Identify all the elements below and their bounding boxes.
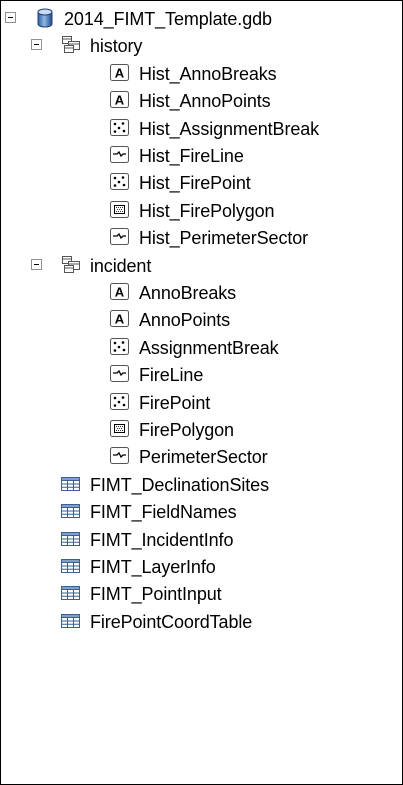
- tree-item-perimetersector[interactable]: PerimeterSector: [1, 443, 402, 470]
- tree-item-label: FirePointCoordTable: [90, 611, 253, 632]
- tree-item-hist-annobreaks[interactable]: A Hist_AnnoBreaks: [1, 60, 402, 87]
- tree-item-2014-fimt-template-gdb[interactable]: 2014_FIMT_Template.gdb: [1, 5, 402, 32]
- annotation-class-icon: A: [109, 63, 131, 83]
- table-icon: [60, 474, 82, 494]
- catalog-tree-panel: 2014_FIMT_Template.gdbhistory A Hist_AnnoB…: [0, 0, 403, 785]
- line-feature-class-icon: [109, 227, 131, 247]
- tree-item-label: Hist_AnnoBreaks: [139, 63, 277, 84]
- line-feature-class-icon: [109, 364, 131, 384]
- geodatabase-icon: [34, 8, 56, 28]
- svg-text:A: A: [115, 65, 125, 80]
- tree-item-label: AssignmentBreak: [139, 337, 279, 358]
- table-icon: [60, 583, 82, 603]
- tree-item-fimt-incidentinfo[interactable]: FIMT_IncidentInfo: [1, 526, 402, 553]
- tree-item-hist-firepolygon[interactable]: Hist_FirePolygon: [1, 197, 402, 224]
- tree-item-label: FIMT_DeclinationSites: [90, 474, 269, 495]
- table-icon: [60, 556, 82, 576]
- line-feature-class-icon: [109, 145, 131, 165]
- tree-item-label: PerimeterSector: [139, 447, 268, 468]
- tree-item-annopoints[interactable]: A AnnoPoints: [1, 306, 402, 333]
- tree-item-label: history: [90, 36, 143, 57]
- line-feature-class-icon: [109, 446, 131, 466]
- tree-item-label: incident: [90, 255, 152, 276]
- annotation-class-icon: A: [109, 282, 131, 302]
- table-icon: [60, 501, 82, 521]
- annotation-class-icon: A: [109, 90, 131, 110]
- tree-item-label: Hist_AssignmentBreak: [139, 118, 320, 139]
- geodatabase-tree: 2014_FIMT_Template.gdbhistory A Hist_AnnoB…: [1, 1, 402, 784]
- tree-item-label: FIMT_LayerInfo: [90, 557, 216, 577]
- svg-text:A: A: [115, 285, 125, 300]
- tree-item-firepointcoordtable[interactable]: FirePointCoordTable: [1, 608, 402, 635]
- tree-item-label: FIMT_FieldNames: [90, 502, 237, 523]
- tree-item-history[interactable]: history: [1, 32, 402, 59]
- tree-item-hist-fireline[interactable]: Hist_FireLine: [1, 142, 402, 169]
- tree-item-firepoint[interactable]: FirePoint: [1, 389, 402, 416]
- annotation-class-icon: A: [109, 309, 131, 329]
- polygon-feature-class-icon: [109, 419, 131, 439]
- tree-item-label: FireLine: [139, 365, 204, 386]
- tree-item-hist-perimetersector[interactable]: Hist_PerimeterSector: [1, 224, 402, 251]
- point-feature-class-icon: [109, 118, 131, 138]
- tree-item-fimt-pointinput[interactable]: FIMT_PointInput: [1, 580, 402, 607]
- tree-item-label: AnnoBreaks: [139, 283, 237, 303]
- tree-item-hist-assignmentbreak[interactable]: Hist_AssignmentBreak: [1, 115, 402, 142]
- tree-item-firepolygon[interactable]: FirePolygon: [1, 416, 402, 443]
- table-icon: [60, 611, 82, 631]
- tree-item-fimt-fieldnames[interactable]: FIMT_FieldNames: [1, 498, 402, 525]
- tree-item-fimt-layerinfo[interactable]: FIMT_LayerInfo: [1, 553, 402, 580]
- tree-item-fireline[interactable]: FireLine: [1, 361, 402, 388]
- tree-item-label: FirePoint: [139, 392, 211, 413]
- tree-item-label: Hist_AnnoPoints: [139, 91, 271, 112]
- collapse-toggle-icon[interactable]: [5, 12, 16, 23]
- collapse-toggle-icon[interactable]: [31, 39, 42, 51]
- point-feature-class-icon: [109, 337, 131, 357]
- tree-item-fimt-declinationsites[interactable]: FIMT_DeclinationSites: [1, 471, 402, 498]
- tree-item-label: 2014_FIMT_Template.gdb: [64, 9, 272, 29]
- collapse-toggle-icon[interactable]: [31, 258, 42, 270]
- svg-text:A: A: [115, 312, 125, 327]
- point-feature-class-icon: [109, 172, 131, 192]
- tree-item-label: Hist_FirePoint: [139, 173, 251, 194]
- tree-item-label: FIMT_PointInput: [90, 584, 222, 605]
- polygon-feature-class-icon: [109, 200, 131, 220]
- svg-text:A: A: [115, 93, 125, 108]
- tree-item-annobreaks[interactable]: A AnnoBreaks: [1, 279, 402, 306]
- tree-item-label: Hist_PerimeterSector: [139, 228, 309, 249]
- feature-dataset-icon: [60, 35, 82, 55]
- feature-dataset-icon: [60, 255, 82, 275]
- table-icon: [60, 529, 82, 549]
- tree-item-label: Hist_FireLine: [139, 146, 244, 166]
- tree-item-incident[interactable]: incident: [1, 252, 402, 279]
- tree-item-label: Hist_FirePolygon: [139, 200, 275, 221]
- point-feature-class-icon: [109, 392, 131, 412]
- tree-item-label: AnnoPoints: [139, 310, 231, 331]
- tree-item-hist-annopoints[interactable]: A Hist_AnnoPoints: [1, 87, 402, 114]
- tree-item-label: FIMT_IncidentInfo: [90, 529, 234, 550]
- tree-item-assignmentbreak[interactable]: AssignmentBreak: [1, 334, 402, 361]
- tree-item-label: FirePolygon: [139, 420, 234, 440]
- tree-item-hist-firepoint[interactable]: Hist_FirePoint: [1, 169, 402, 196]
